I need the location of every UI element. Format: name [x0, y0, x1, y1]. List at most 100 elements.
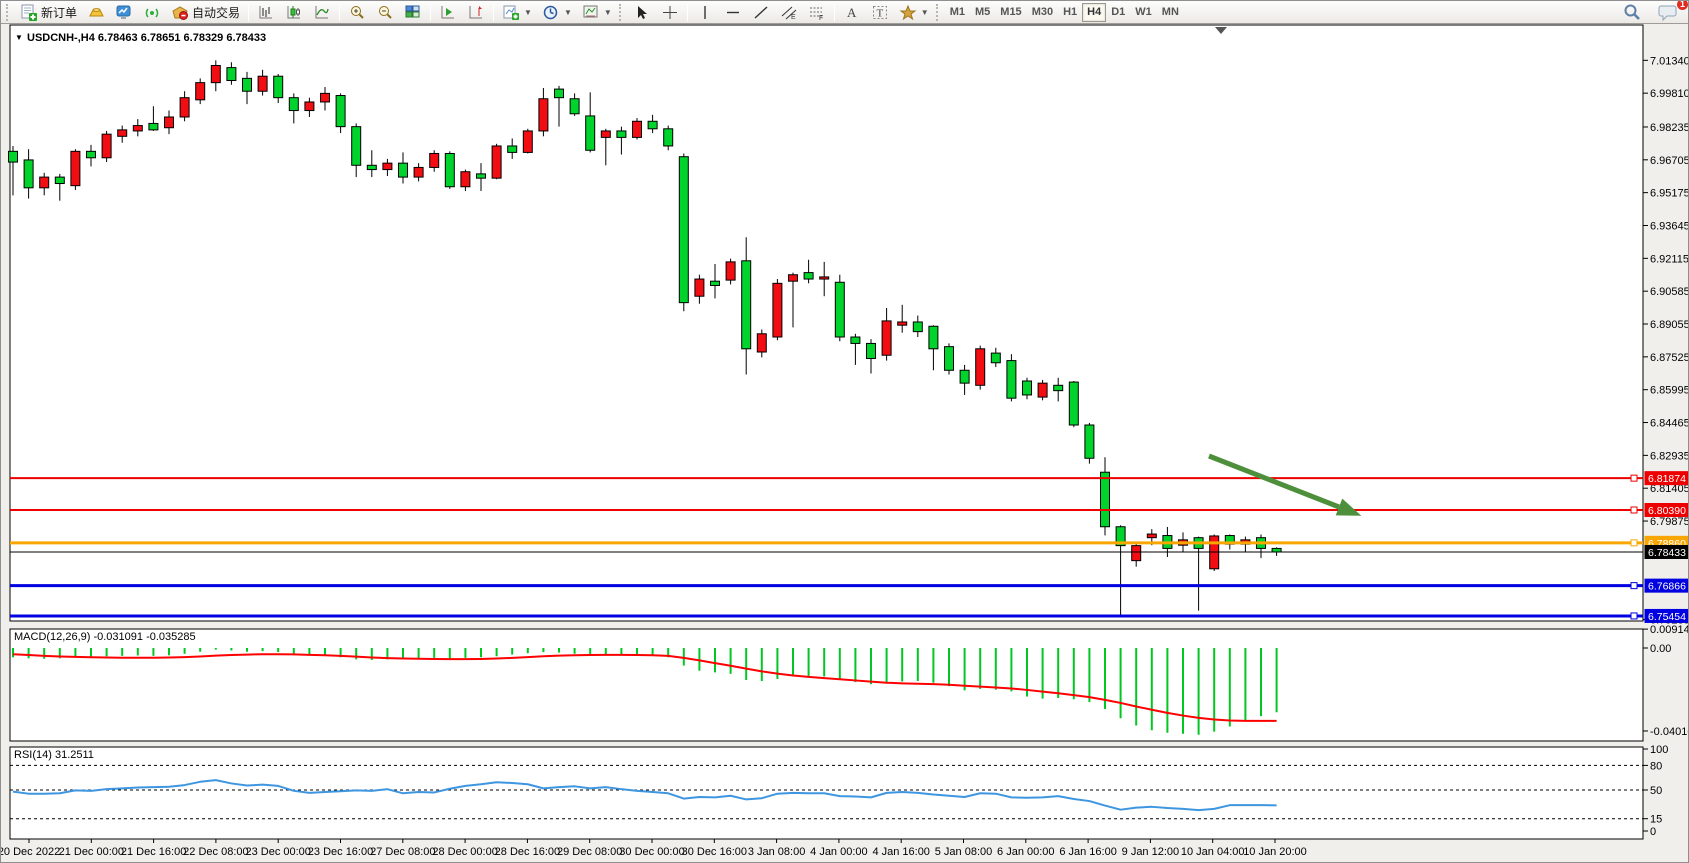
signals-icon	[143, 4, 161, 21]
time-tick-label: 3 Jan 08:00	[748, 846, 806, 858]
toolbar-separator	[430, 4, 431, 21]
scroll-to-end-button[interactable]	[434, 2, 462, 22]
gold-button[interactable]	[82, 2, 110, 22]
resistance-line-1-price-text: 6.81874	[1648, 473, 1686, 485]
toolbar-grip[interactable]	[619, 4, 624, 21]
time-tick-label: 28 Dec 00:00	[432, 846, 497, 858]
resistance-line-1-handle[interactable]	[1631, 475, 1637, 481]
timeframe-M5-button[interactable]: M5	[970, 3, 995, 22]
price-chart[interactable]: 7.013406.998106.982356.967056.951756.936…	[1, 24, 1689, 863]
tile-windows-button[interactable]	[399, 2, 427, 22]
rsi-tick-label: 50	[1650, 785, 1662, 797]
autotrading-button[interactable]: 自动交易	[166, 2, 245, 22]
cursor-icon	[633, 4, 651, 21]
time-tick-label: 22 Dec 08:00	[183, 846, 248, 858]
candle	[679, 153, 688, 311]
support-line-blue-1-handle[interactable]	[1631, 583, 1637, 589]
main-pane[interactable]	[10, 25, 1643, 621]
channel-button[interactable]: E	[775, 2, 803, 22]
notifications-button[interactable]: 1	[1653, 2, 1683, 22]
macd-pane[interactable]	[10, 629, 1643, 741]
timeframe-H4-button[interactable]: H4	[1082, 3, 1106, 22]
svg-text:F: F	[819, 15, 823, 21]
community-button[interactable]	[110, 2, 138, 22]
zoom-out-button[interactable]	[371, 2, 399, 22]
time-tick-label: 6 Jan 00:00	[997, 846, 1055, 858]
time-tick-label: 4 Jan 16:00	[872, 846, 930, 858]
zoom-in-button[interactable]	[343, 2, 371, 22]
macd-tick-label: 0.00	[1650, 643, 1671, 655]
timeframe-W1-button[interactable]: W1	[1130, 3, 1157, 22]
timeframe-MN-button[interactable]: MN	[1157, 3, 1184, 22]
timeframe-M30-button[interactable]: M30	[1027, 3, 1058, 22]
price-tick-label: 6.96705	[1650, 155, 1689, 167]
svg-text:T: T	[876, 7, 883, 19]
chevron-down-icon: ▼	[604, 8, 612, 17]
time-tick-label: 10 Jan 20:00	[1243, 846, 1307, 858]
price-tick-label: 6.95175	[1650, 188, 1689, 200]
auto-scroll-button[interactable]	[462, 2, 490, 22]
candle	[71, 149, 80, 190]
support-line-orange-handle[interactable]	[1631, 540, 1637, 546]
trendline-button[interactable]	[747, 2, 775, 22]
new-order-button[interactable]: 新订单	[15, 2, 82, 22]
timeframe-H1-button[interactable]: H1	[1058, 3, 1082, 22]
price-tick-label: 6.85995	[1650, 385, 1689, 397]
bar-chart-button[interactable]	[252, 2, 280, 22]
text-button[interactable]: A	[838, 2, 866, 22]
chat-icon	[1658, 3, 1678, 22]
arrows-button[interactable]: ▼	[894, 2, 934, 22]
chart-title: ▼USDCNH-,H4 6.78463 6.78651 6.78329 6.78…	[15, 32, 266, 44]
macd-label: MACD(12,26,9) -0.031091 -0.035285	[14, 631, 196, 643]
time-tick-label: 28 Dec 16:00	[495, 846, 560, 858]
support-line-blue-2-price-text: 6.75454	[1648, 611, 1686, 623]
resistance-line-2-price-text: 6.80390	[1648, 505, 1686, 517]
current-price-text: 6.78433	[1648, 547, 1686, 559]
time-tick-label: 21 Dec 00:00	[59, 846, 124, 858]
scroll-end-icon	[439, 4, 457, 21]
auto-scroll-icon	[467, 4, 485, 21]
resistance-line-2-handle[interactable]	[1631, 507, 1637, 513]
community-icon	[115, 4, 133, 21]
periods-button[interactable]: ▼	[537, 2, 577, 22]
new-chart-button[interactable]: ▼	[497, 2, 537, 22]
signals-button[interactable]	[138, 2, 166, 22]
timeframe-M15-button[interactable]: M15	[995, 3, 1026, 22]
chart-menu-caret[interactable]: ▼	[15, 33, 23, 42]
toolbar-grip[interactable]	[6, 4, 11, 21]
zoom-out-icon	[376, 4, 394, 21]
crosshair-button[interactable]	[656, 2, 684, 22]
chevron-down-icon: ▼	[921, 8, 929, 17]
candle	[336, 93, 345, 133]
hline-icon	[724, 4, 742, 21]
line-chart-button[interactable]	[308, 2, 336, 22]
rsi-tick-label: 0	[1650, 826, 1656, 838]
price-tick-label: 6.79875	[1650, 516, 1689, 528]
timeframe-D1-button[interactable]: D1	[1106, 3, 1130, 22]
price-tick-label: 6.93645	[1650, 220, 1689, 232]
candle	[523, 129, 532, 154]
autotrade-icon	[171, 4, 189, 21]
vertical-line-button[interactable]	[691, 2, 719, 22]
autotrading-button-label: 自动交易	[192, 4, 240, 21]
periods-icon	[542, 4, 560, 21]
cursor-button[interactable]	[628, 2, 656, 22]
support-line-blue-2-handle[interactable]	[1631, 613, 1637, 619]
crosshair-icon	[661, 4, 679, 21]
fibonacci-button[interactable]: F	[803, 2, 831, 22]
gold-icon	[87, 4, 105, 21]
macd-tick-label: -0.040162	[1650, 726, 1689, 738]
toolbar-grip[interactable]	[936, 4, 941, 21]
chevron-down-icon: ▼	[564, 8, 572, 17]
horizontal-line-button[interactable]	[719, 2, 747, 22]
bars-chart-icon	[257, 4, 275, 21]
text-label-button[interactable]: T	[866, 2, 894, 22]
timeframe-M1-button[interactable]: M1	[945, 3, 970, 22]
chevron-down-icon: ▼	[524, 8, 532, 17]
search-button[interactable]	[1617, 2, 1647, 22]
toolbar-separator	[834, 4, 835, 21]
templates-button[interactable]: ▼	[577, 2, 617, 22]
support-line-blue-1-price-text: 6.76866	[1648, 581, 1686, 593]
candle-chart-button[interactable]	[280, 2, 308, 22]
time-tick-label: 23 Dec 16:00	[308, 846, 373, 858]
